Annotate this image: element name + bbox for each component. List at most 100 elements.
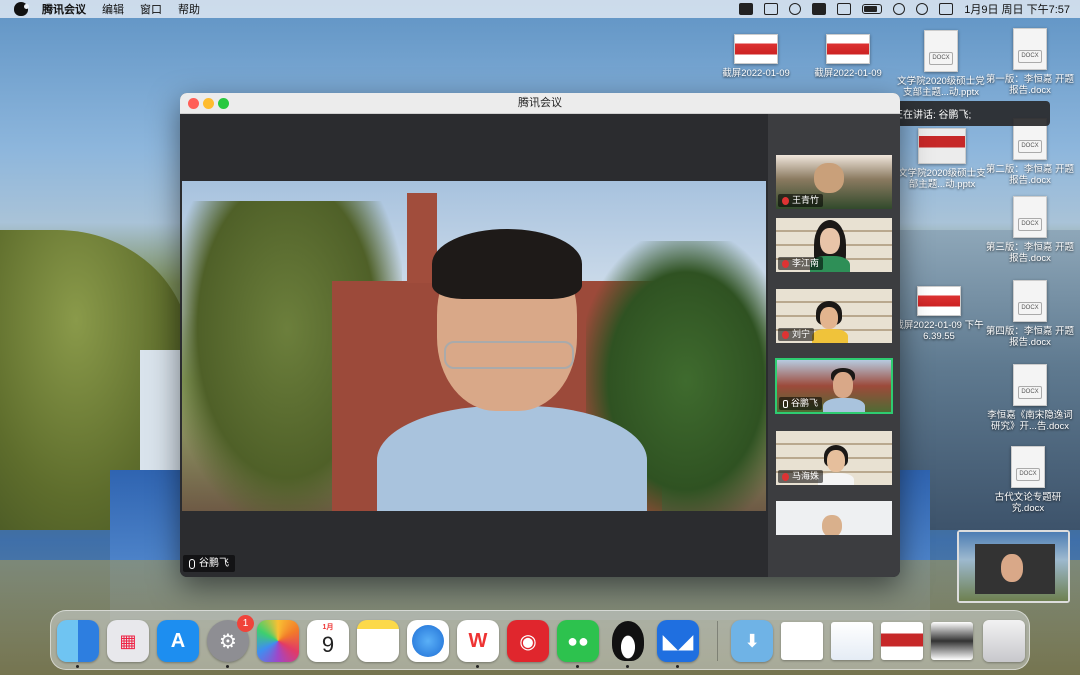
presentation-file-icon <box>918 128 966 164</box>
app-store-icon[interactable]: A <box>157 620 199 662</box>
desktop-file[interactable]: 第三版：李恒嘉 开题报告.docx <box>984 196 1076 264</box>
running-indicator <box>226 665 229 668</box>
launchpad-icon[interactable]: ▦ <box>107 620 149 662</box>
wifi-icon[interactable] <box>893 3 906 15</box>
minimized-window-thumbnail[interactable] <box>931 622 973 660</box>
participant-tile[interactable]: 王青竹 <box>775 154 893 210</box>
preview-speaker <box>1001 554 1023 582</box>
qq-icon[interactable] <box>607 620 649 662</box>
screenshot-file-icon <box>826 34 870 64</box>
safari-icon[interactable] <box>407 620 449 662</box>
wechat-status-icon[interactable] <box>739 3 754 15</box>
minimize-window-button[interactable] <box>203 98 214 109</box>
document-file-icon <box>1011 446 1045 488</box>
desktop-file-label: 李恒嘉《南宋隐逸词研究》开...告.docx <box>987 410 1073 432</box>
meeting-logo-icon: ◣◢ <box>662 630 694 653</box>
participant-tile[interactable]: 刘宁 <box>775 288 893 344</box>
main-speaker-name: 谷鹏飞 <box>199 558 229 569</box>
speaking-indicator-text: 正在讲话: 谷鹏飞; <box>893 110 972 121</box>
penguin-icon <box>612 621 644 661</box>
wechat-icon[interactable]: ●● <box>557 620 599 662</box>
desktop-file-label: 截屏2022-01-09 下午6.39.55 <box>894 320 984 342</box>
spotlight-search-icon[interactable] <box>916 3 929 15</box>
desktop-file[interactable]: 古代文论专题研究.docx <box>982 446 1074 514</box>
document-file-icon <box>1013 196 1047 238</box>
chat-bubble-icon: ●● <box>567 630 589 651</box>
menu-help[interactable]: 帮助 <box>178 1 200 17</box>
notification-badge: 1 <box>237 615 254 632</box>
desktop-file[interactable]: 第四版：李恒嘉 开题报告.docx <box>984 280 1076 348</box>
screen-preview-thumbnail[interactable] <box>957 530 1070 603</box>
document-file-icon <box>1013 364 1047 406</box>
running-indicator <box>676 665 679 668</box>
running-indicator <box>476 665 479 668</box>
desktop-file[interactable]: 截屏2022-01-09 <box>710 34 802 79</box>
desktop-file[interactable]: 第二版：李恒嘉 开题报告.docx <box>984 118 1076 186</box>
window-titlebar[interactable]: 腾讯会议 <box>180 93 900 114</box>
menu-app-name[interactable]: 腾讯会议 <box>42 1 86 17</box>
minimized-window-thumbnail[interactable] <box>831 622 873 660</box>
desktop-file[interactable]: 文学院2020级硕士支部主题...动.pptx <box>896 128 988 190</box>
apple-menu-icon[interactable] <box>14 2 29 16</box>
meeting-window: 腾讯会议 谷鹏飞 王青竹 李江南 刘宁 谷鹏飞 马海姝 <box>180 93 900 577</box>
close-window-button[interactable] <box>188 98 199 109</box>
battery-icon[interactable] <box>862 4 883 14</box>
bluetooth-icon[interactable] <box>837 3 852 15</box>
wps-office-icon[interactable]: W <box>457 620 499 662</box>
main-speaker-name-tag: 谷鹏飞 <box>183 555 235 572</box>
microphone-icon <box>189 558 195 569</box>
main-video-area[interactable]: 谷鹏飞 <box>180 114 768 577</box>
participant-tile-active[interactable]: 谷鹏飞 <box>775 358 893 414</box>
participant-name: 李江南 <box>792 258 820 268</box>
notes-icon[interactable] <box>357 620 399 662</box>
participant-gallery[interactable]: 王青竹 李江南 刘宁 谷鹏飞 马海姝 <box>768 114 900 577</box>
muted-mic-icon <box>782 196 789 205</box>
downloads-folder-icon[interactable]: ⬇ <box>731 620 773 662</box>
minimized-window-thumbnail[interactable] <box>781 622 823 660</box>
document-file-icon <box>1013 28 1047 70</box>
participant-name: 刘宁 <box>792 329 811 339</box>
participant-shirt <box>823 398 865 412</box>
control-center-icon[interactable] <box>939 3 954 15</box>
trash-icon[interactable] <box>983 620 1025 662</box>
speaker-hair <box>432 229 582 299</box>
document-file-icon <box>924 30 958 72</box>
tencent-meeting-icon[interactable]: ◣◢ <box>657 620 699 662</box>
participant-face <box>820 307 838 329</box>
participant-shirt <box>812 329 848 343</box>
netease-music-icon[interactable]: ◉ <box>507 620 549 662</box>
wps-w-icon: W <box>468 629 488 652</box>
muted-mic-icon <box>782 259 789 268</box>
running-indicator <box>76 665 79 668</box>
calendar-icon[interactable]: 1月 9 <box>307 620 349 662</box>
play-status-icon[interactable] <box>789 3 802 15</box>
desktop-file[interactable]: 截屏2022-01-09 <box>802 34 894 79</box>
menu-window[interactable]: 窗口 <box>140 1 162 17</box>
desktop-file[interactable]: 李恒嘉《南宋隐逸词研究》开...告.docx <box>984 364 1076 432</box>
wps-status-icon[interactable] <box>764 3 779 15</box>
desktop-file[interactable]: 截屏2022-01-09 下午6.39.55 <box>893 286 985 342</box>
calendar-month: 1月 <box>322 624 334 631</box>
participant-tile[interactable]: 李江南 <box>775 217 893 273</box>
desktop-file[interactable]: 第一版：李恒嘉 开题报告.docx <box>984 28 1076 96</box>
minimized-window-thumbnail[interactable] <box>881 622 923 660</box>
desktop-file[interactable]: 文学院2020级硕士党支部主题...动.pptx <box>896 30 986 98</box>
participant-name-tag: 马海姝 <box>778 470 824 483</box>
download-arrow-icon: ⬇ <box>744 630 760 651</box>
muted-mic-icon <box>782 472 789 481</box>
participant-tile[interactable]: 马海姝 <box>775 430 893 486</box>
launchpad-grid-icon: ▦ <box>119 630 137 651</box>
maximize-window-button[interactable] <box>218 98 229 109</box>
participant-face <box>814 163 844 193</box>
desktop-file-label: 文学院2020级硕士党支部主题...动.pptx <box>897 76 985 98</box>
photos-icon[interactable] <box>257 620 299 662</box>
participant-name: 谷鹏飞 <box>791 398 819 408</box>
input-method-icon[interactable] <box>812 3 827 15</box>
menu-edit[interactable]: 编辑 <box>102 1 124 17</box>
finder-icon[interactable] <box>57 620 99 662</box>
menu-bar-clock[interactable]: 1月9日 周日 下午7:57 <box>964 1 1070 17</box>
system-preferences-icon[interactable]: ⚙ 1 <box>207 615 254 662</box>
desktop-file-label: 第三版：李恒嘉 开题报告.docx <box>985 242 1075 264</box>
participant-tile[interactable] <box>775 500 893 536</box>
desktop-file-label: 古代文论专题研究.docx <box>994 492 1062 514</box>
